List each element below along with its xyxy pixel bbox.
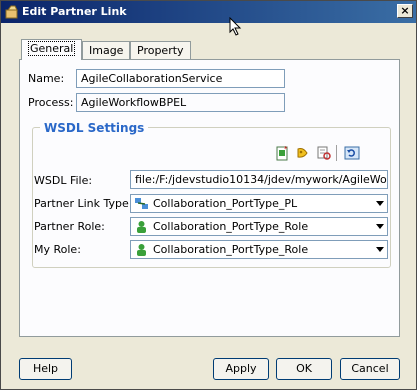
chevron-down-icon bbox=[376, 247, 384, 252]
my-role-value: Collaboration_PortType_Role bbox=[153, 243, 309, 256]
role-icon bbox=[137, 244, 146, 256]
tab-image-label: Image bbox=[89, 44, 124, 57]
toolbar-separator bbox=[336, 145, 337, 161]
close-icon: × bbox=[400, 4, 410, 17]
chevron-down-icon bbox=[376, 224, 384, 229]
refresh-icon[interactable] bbox=[344, 145, 360, 161]
tab-image[interactable]: Image bbox=[82, 41, 131, 59]
process-label: Process: bbox=[28, 96, 74, 109]
edit-partner-link-dialog: Edit Partner Link × General Image Proper… bbox=[0, 0, 417, 390]
title-bar[interactable]: Edit Partner Link × bbox=[1, 1, 416, 23]
ok-button[interactable]: OK bbox=[276, 358, 332, 380]
tab-general[interactable]: General bbox=[21, 39, 83, 60]
tab-property-label: Property bbox=[137, 44, 184, 57]
cancel-button[interactable]: Cancel bbox=[340, 358, 400, 380]
app-icon bbox=[5, 5, 18, 19]
tab-property[interactable]: Property bbox=[130, 41, 191, 59]
general-tab-panel: Name: AgileCollaborationService Process:… bbox=[19, 59, 400, 337]
partner-link-type-label: Partner Link Type: bbox=[34, 197, 133, 210]
my-role-label: My Role: bbox=[34, 243, 81, 256]
browse-wsdl-icon[interactable] bbox=[316, 145, 332, 161]
svg-text:*: * bbox=[284, 145, 288, 153]
partner-link-type-value: Collaboration_PortType_PL bbox=[153, 197, 298, 210]
close-button[interactable]: × bbox=[397, 4, 413, 18]
wsdl-file-field[interactable]: file:/F:/jdevstudio10134/jdev/mywork/Agi… bbox=[130, 170, 388, 189]
name-label: Name: bbox=[28, 72, 65, 85]
mouse-cursor-icon bbox=[229, 17, 242, 36]
apply-button[interactable]: Apply bbox=[213, 358, 269, 380]
name-field[interactable]: AgileCollaborationService bbox=[76, 69, 285, 88]
chevron-down-icon bbox=[376, 201, 384, 206]
create-wsdl-icon[interactable]: * bbox=[274, 145, 290, 161]
browse-service-icon[interactable] bbox=[295, 145, 311, 161]
partner-role-label: Partner Role: bbox=[34, 220, 105, 233]
partner-link-type-icon bbox=[135, 198, 148, 209]
process-field: AgileWorkflowBPEL bbox=[76, 93, 285, 112]
role-icon bbox=[137, 221, 146, 233]
my-role-select[interactable]: Collaboration_PortType_Role bbox=[130, 240, 388, 259]
tab-general-label: General bbox=[28, 41, 76, 56]
help-button[interactable]: Help bbox=[19, 358, 72, 380]
partner-link-type-select[interactable]: Collaboration_PortType_PL bbox=[130, 194, 388, 213]
wsdl-file-label: WSDL File: bbox=[34, 174, 93, 187]
partner-role-value: Collaboration_PortType_Role bbox=[153, 220, 309, 233]
wsdl-settings-title: WSDL Settings bbox=[40, 121, 149, 135]
partner-role-select[interactable]: Collaboration_PortType_Role bbox=[130, 217, 388, 236]
window-title: Edit Partner Link bbox=[22, 5, 127, 18]
